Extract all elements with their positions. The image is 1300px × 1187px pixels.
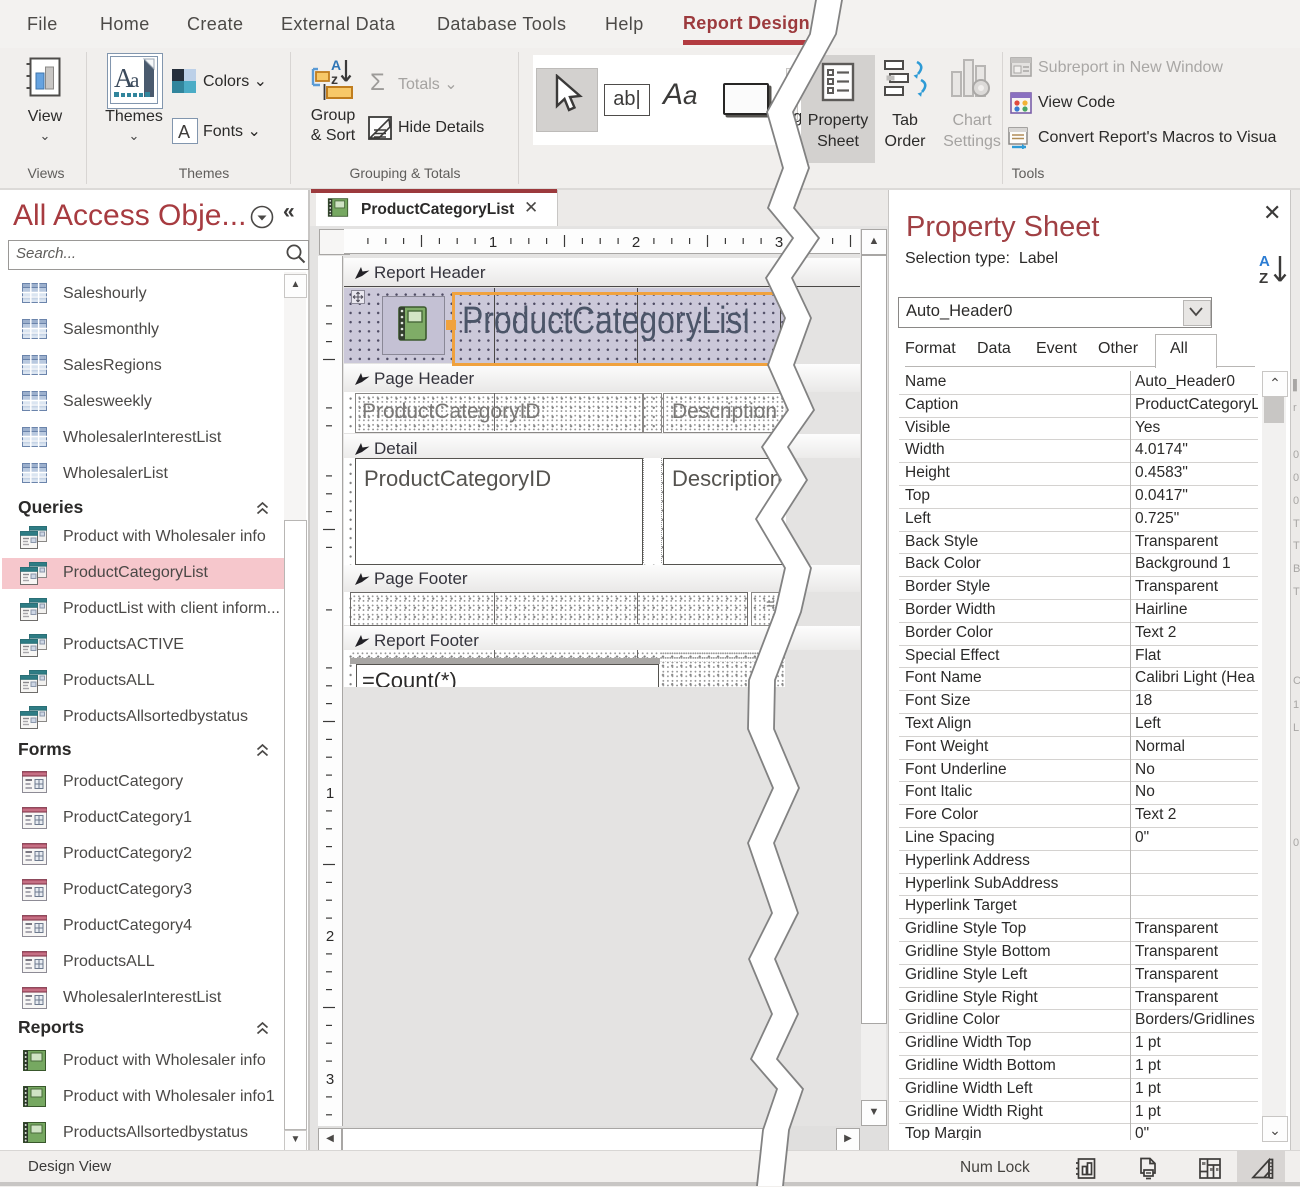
svg-text:a: a xyxy=(130,68,140,92)
svg-text:1: 1 xyxy=(326,785,334,802)
svg-text:A: A xyxy=(178,122,190,142)
svg-text:2: 2 xyxy=(632,234,640,251)
svg-text:Z: Z xyxy=(1259,270,1268,287)
svg-text:3: 3 xyxy=(775,234,783,251)
svg-text:A: A xyxy=(1259,253,1270,270)
svg-text:z: z xyxy=(331,71,338,87)
svg-text:3: 3 xyxy=(326,1071,334,1088)
svg-text:2: 2 xyxy=(326,928,334,945)
svg-text:1: 1 xyxy=(489,234,497,251)
